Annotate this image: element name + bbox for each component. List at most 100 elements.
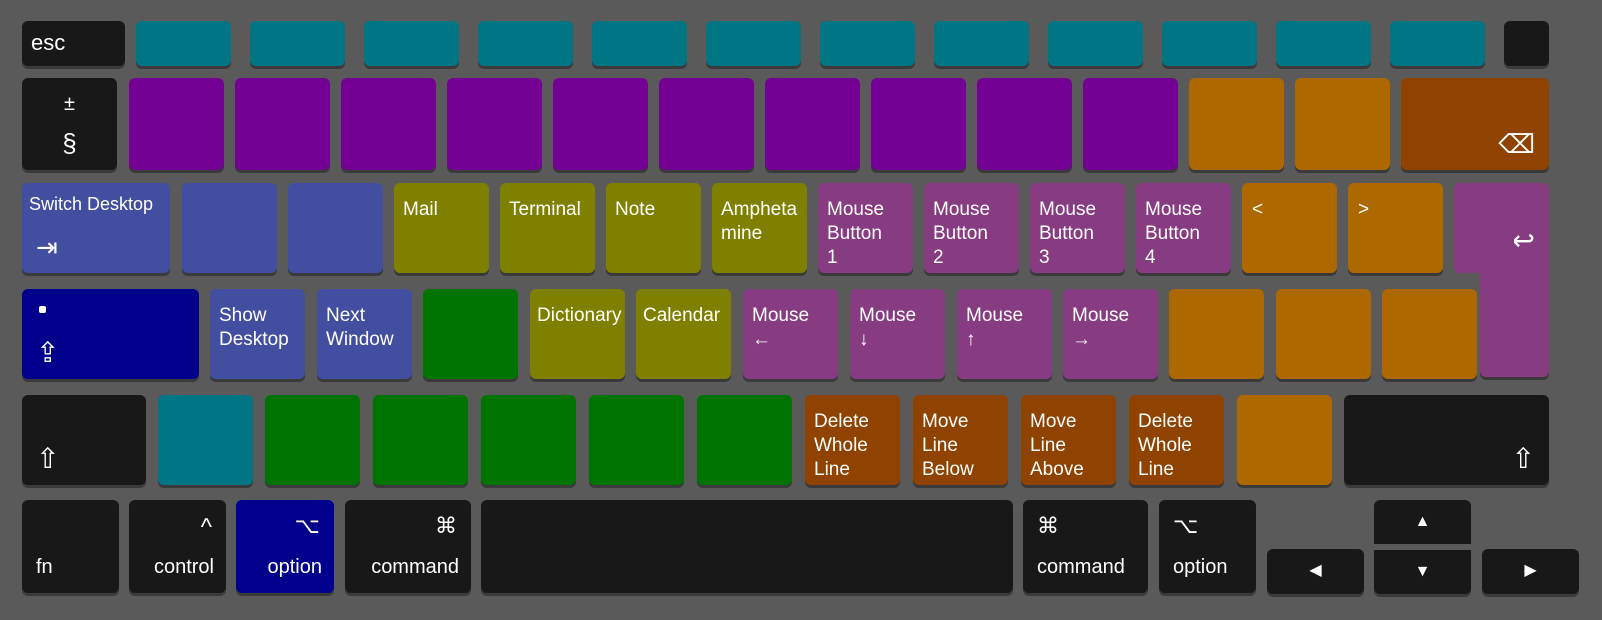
key-0[interactable]	[1083, 78, 1178, 170]
key-period-delete-whole-line[interactable]: Delete Whole Line	[1129, 395, 1224, 485]
key-arrow-down[interactable]: ▼	[1374, 550, 1471, 594]
key-backspace[interactable]: ⌫	[1401, 78, 1549, 170]
key-right-bracket[interactable]: >	[1348, 183, 1443, 273]
left-command-label: command	[371, 556, 459, 578]
key-g-calendar[interactable]: Calendar	[636, 289, 731, 379]
next-window-line1: Next	[326, 305, 366, 326]
mouse-button-3-line3: 3	[1039, 247, 1050, 268]
key-x[interactable]	[373, 395, 468, 485]
key-f8[interactable]	[934, 21, 1029, 66]
right-option-icon: ⌥	[1173, 513, 1199, 538]
key-j-mouse-down[interactable]: Mouse ↓	[850, 289, 945, 379]
key-grave[interactable]	[158, 395, 253, 485]
key-section-symbol: §	[62, 128, 77, 158]
key-equals[interactable]	[1295, 78, 1390, 170]
key-1[interactable]	[129, 78, 224, 170]
mouse-button-3-line1: Mouse	[1039, 199, 1097, 220]
mouse-button-1-line3: 1	[827, 247, 838, 268]
key-comma-move-line-above[interactable]: Move Line Above	[1021, 395, 1116, 485]
key-9[interactable]	[977, 78, 1072, 170]
key-u-mouse-button-1[interactable]: Mouse Button 1	[818, 183, 913, 273]
key-section-plus-minus: ±	[64, 93, 75, 115]
key-t-note[interactable]: Note	[606, 183, 701, 273]
key-f7[interactable]	[820, 21, 915, 66]
key-q[interactable]	[182, 183, 277, 273]
key-arrow-up[interactable]: ▲	[1374, 500, 1471, 544]
key-tab-switch-desktop[interactable]: Switch Desktop ⇥	[22, 183, 170, 273]
key-esc[interactable]: esc	[22, 21, 125, 66]
key-k-mouse-up[interactable]: Mouse ↑	[957, 289, 1052, 379]
caps-lock-icon: ⇪	[36, 337, 60, 368]
key-4[interactable]	[447, 78, 542, 170]
key-f-dictionary[interactable]: Dictionary	[530, 289, 625, 379]
key-f1[interactable]	[136, 21, 231, 66]
key-right-option[interactable]: ⌥ option	[1159, 500, 1256, 593]
key-return-upper[interactable]	[1454, 183, 1514, 273]
key-w[interactable]	[288, 183, 383, 273]
key-m-move-line-below[interactable]: Move Line Below	[913, 395, 1008, 485]
key-y-amphetamine[interactable]: Ampheta mine	[712, 183, 807, 273]
key-d[interactable]	[423, 289, 518, 379]
key-l-mouse-right[interactable]: Mouse →	[1063, 289, 1158, 379]
key-left-bracket[interactable]: <	[1242, 183, 1337, 273]
key-power[interactable]	[1504, 21, 1549, 66]
note-label: Note	[615, 199, 656, 220]
key-caps-lock[interactable]: ⇪	[22, 289, 199, 379]
key-f2[interactable]	[250, 21, 345, 66]
key-8[interactable]	[871, 78, 966, 170]
mouse-right-line1: Mouse	[1072, 305, 1130, 326]
key-quote[interactable]	[1276, 289, 1371, 379]
key-slash[interactable]	[1237, 395, 1332, 485]
key-3[interactable]	[341, 78, 436, 170]
key-e-mail[interactable]: Mail	[394, 183, 489, 273]
key-c[interactable]	[481, 395, 576, 485]
key-5[interactable]	[553, 78, 648, 170]
key-left-control[interactable]: ^ control	[129, 500, 226, 593]
mouse-up-line2: ↑	[966, 329, 976, 350]
key-left-option[interactable]: ⌥ option	[236, 500, 334, 593]
key-p-mouse-button-4[interactable]: Mouse Button 4	[1136, 183, 1231, 273]
key-o-mouse-button-3[interactable]: Mouse Button 3	[1030, 183, 1125, 273]
move-line-above-line1: Move	[1030, 411, 1077, 432]
mouse-right-line2: →	[1072, 329, 1091, 350]
key-r-terminal[interactable]: Terminal	[500, 183, 595, 273]
key-i-mouse-button-2[interactable]: Mouse Button 2	[924, 183, 1019, 273]
key-arrow-right[interactable]: ▶	[1482, 549, 1579, 594]
key-f5[interactable]	[592, 21, 687, 66]
key-v[interactable]	[589, 395, 684, 485]
key-semicolon[interactable]	[1169, 289, 1264, 379]
key-arrow-left[interactable]: ◀	[1267, 549, 1364, 594]
fn-label: fn	[36, 556, 53, 578]
key-2[interactable]	[235, 78, 330, 170]
key-f9[interactable]	[1048, 21, 1143, 66]
calendar-label: Calendar	[643, 305, 721, 326]
key-space[interactable]	[481, 500, 1013, 593]
mouse-button-2-line2: Button	[933, 223, 988, 244]
less-than-label: <	[1252, 199, 1264, 220]
key-f4[interactable]	[478, 21, 573, 66]
key-f3[interactable]	[364, 21, 459, 66]
key-b[interactable]	[697, 395, 792, 485]
key-f10[interactable]	[1162, 21, 1257, 66]
key-left-shift[interactable]: ⇧	[22, 395, 146, 485]
key-7[interactable]	[765, 78, 860, 170]
key-left-command[interactable]: ⌘ command	[345, 500, 471, 593]
amphetamine-label-line2: mine	[721, 223, 763, 244]
key-minus[interactable]	[1189, 78, 1284, 170]
key-a-show-desktop[interactable]: Show Desktop	[210, 289, 305, 379]
key-right-command[interactable]: ⌘ command	[1023, 500, 1148, 593]
key-z[interactable]	[265, 395, 360, 485]
key-right-shift[interactable]: ⇧	[1344, 395, 1549, 485]
key-6[interactable]	[659, 78, 754, 170]
key-f12[interactable]	[1390, 21, 1485, 66]
key-f11[interactable]	[1276, 21, 1371, 66]
key-fn[interactable]: fn	[22, 500, 119, 593]
key-h-mouse-left[interactable]: Mouse ←	[743, 289, 838, 379]
key-section[interactable]: ± §	[22, 78, 117, 170]
key-s-next-window[interactable]: Next Window	[317, 289, 412, 379]
right-option-label: option	[1173, 556, 1228, 578]
key-n-delete-whole-line[interactable]: Delete Whole Line	[805, 395, 900, 485]
mouse-button-1-line1: Mouse	[827, 199, 885, 220]
key-backslash[interactable]	[1382, 289, 1477, 379]
key-f6[interactable]	[706, 21, 801, 66]
